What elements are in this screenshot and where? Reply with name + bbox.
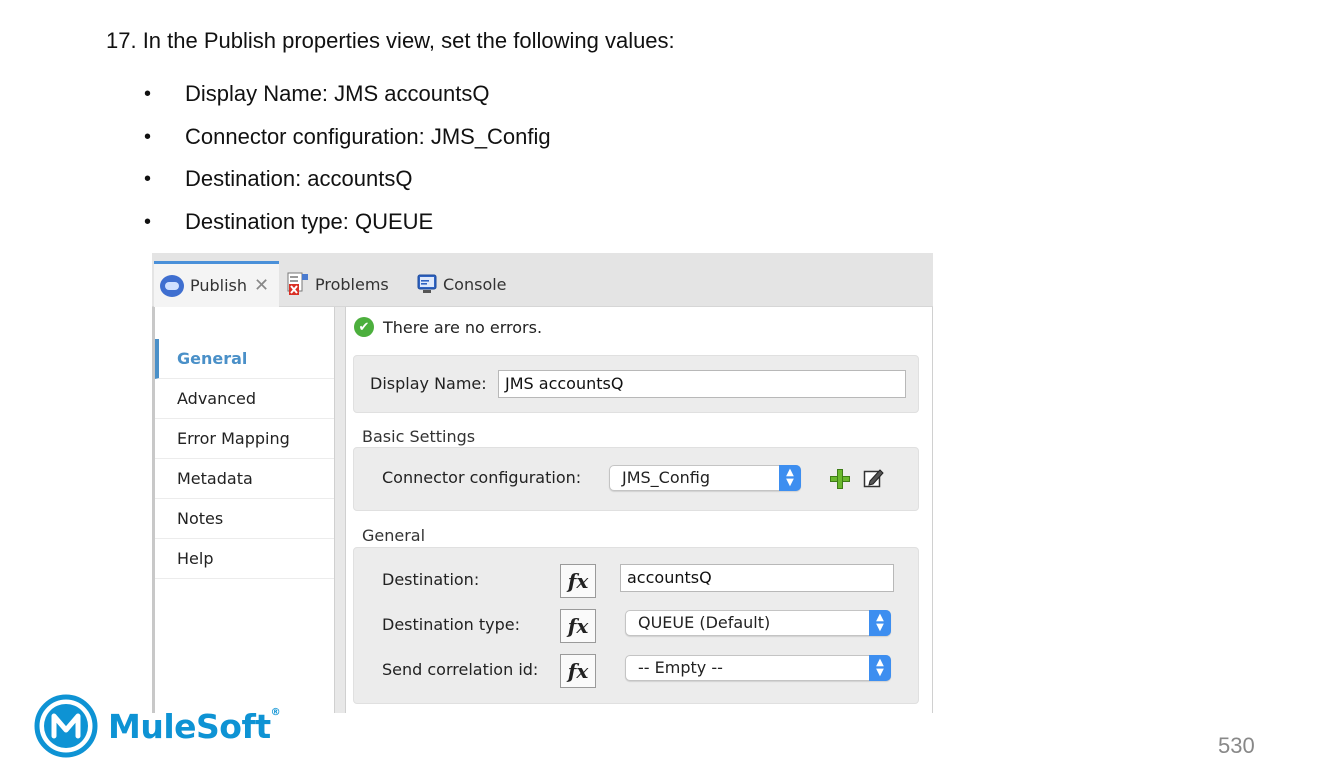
general-section-title: General: [362, 526, 426, 545]
destination-type-select[interactable]: QUEUE (Default) ▲ ▼: [625, 610, 891, 636]
bullet-dot: •: [144, 125, 152, 148]
nav-item-error-mapping[interactable]: Error Mapping: [155, 419, 335, 459]
correlation-id-label: Send correlation id:: [382, 660, 539, 679]
logo-text: MuleSoft®: [108, 706, 281, 746]
select-value: -- Empty --: [638, 658, 723, 677]
validation-status: ✔ There are no errors.: [354, 317, 542, 337]
properties-nav: General Advanced Error Mapping Metadata …: [152, 307, 335, 713]
pane-divider[interactable]: [334, 307, 346, 713]
properties-content: General Advanced Error Mapping Metadata …: [152, 307, 933, 713]
destination-type-label: Destination type:: [382, 615, 521, 634]
bullet-dot: •: [144, 168, 152, 190]
display-name-panel: Display Name: JMS accountsQ: [353, 355, 919, 413]
tab-label: Console: [443, 274, 507, 294]
mulesoft-logo-icon: [34, 694, 98, 758]
problems-icon: [287, 272, 309, 296]
nav-item-advanced[interactable]: Advanced: [155, 379, 335, 419]
mulesoft-logo: MuleSoft®: [34, 694, 281, 758]
select-value: QUEUE (Default): [638, 613, 771, 632]
general-panel: Destination: fx accountsQ Destination ty…: [353, 547, 919, 704]
check-icon: ✔: [354, 317, 374, 337]
tab-label: Problems: [315, 274, 389, 294]
nav-item-metadata[interactable]: Metadata: [155, 459, 335, 499]
destination-input[interactable]: accountsQ: [620, 564, 894, 592]
tab-publish[interactable]: Publish ✕: [154, 261, 279, 307]
destination-label: Destination:: [382, 570, 480, 589]
edit-config-icon[interactable]: [863, 467, 885, 489]
chevron-updown-icon: ▲ ▼: [869, 610, 891, 636]
display-name-label: Display Name:: [370, 374, 487, 393]
tab-label: Publish: [190, 276, 248, 295]
display-name-input[interactable]: JMS accountsQ: [498, 370, 906, 398]
bullet-dot: •: [144, 83, 152, 105]
tab-console[interactable]: Console: [417, 261, 507, 307]
chevron-updown-icon: ▲ ▼: [869, 655, 891, 681]
basic-settings-panel: Connector configuration: JMS_Config ▲ ▼: [353, 447, 919, 511]
chevron-updown-icon: ▲ ▼: [779, 465, 801, 491]
fx-toggle-button[interactable]: fx: [560, 564, 596, 598]
bullet-text: Display Name: JMS accountsQ: [185, 81, 490, 106]
select-value: JMS_Config: [622, 468, 711, 487]
connector-config-select[interactable]: JMS_Config ▲ ▼: [609, 465, 801, 491]
nav-item-notes[interactable]: Notes: [155, 499, 335, 539]
properties-form: ✔ There are no errors. Display Name: JMS…: [346, 307, 933, 713]
bullet-text: Connector configuration: JMS_Config: [185, 123, 551, 149]
correlation-id-select[interactable]: -- Empty -- ▲ ▼: [625, 655, 891, 681]
bullet-dot: •: [144, 210, 152, 233]
publish-icon: [160, 274, 184, 297]
publish-properties-screenshot: Publish ✕ Problems Console General Advan…: [152, 253, 933, 713]
step-instruction: 17. In the Publish properties view, set …: [106, 28, 675, 53]
basic-settings-title: Basic Settings: [362, 427, 476, 446]
bullet-text: Destination type: QUEUE: [185, 208, 434, 234]
close-icon[interactable]: ✕: [254, 275, 269, 296]
fx-toggle-button[interactable]: fx: [560, 654, 596, 688]
add-config-icon[interactable]: [830, 469, 850, 489]
status-text: There are no errors.: [383, 317, 543, 337]
nav-item-general[interactable]: General: [155, 339, 335, 379]
nav-item-help[interactable]: Help: [155, 539, 335, 579]
console-icon: [417, 274, 437, 294]
page-number: 530: [1218, 733, 1255, 758]
bullet-text: Destination: accountsQ: [185, 166, 413, 191]
fx-toggle-button[interactable]: fx: [560, 609, 596, 643]
view-tab-bar: Publish ✕ Problems Console: [152, 253, 933, 307]
tab-problems[interactable]: Problems: [287, 261, 389, 307]
connector-config-label: Connector configuration:: [382, 468, 582, 487]
